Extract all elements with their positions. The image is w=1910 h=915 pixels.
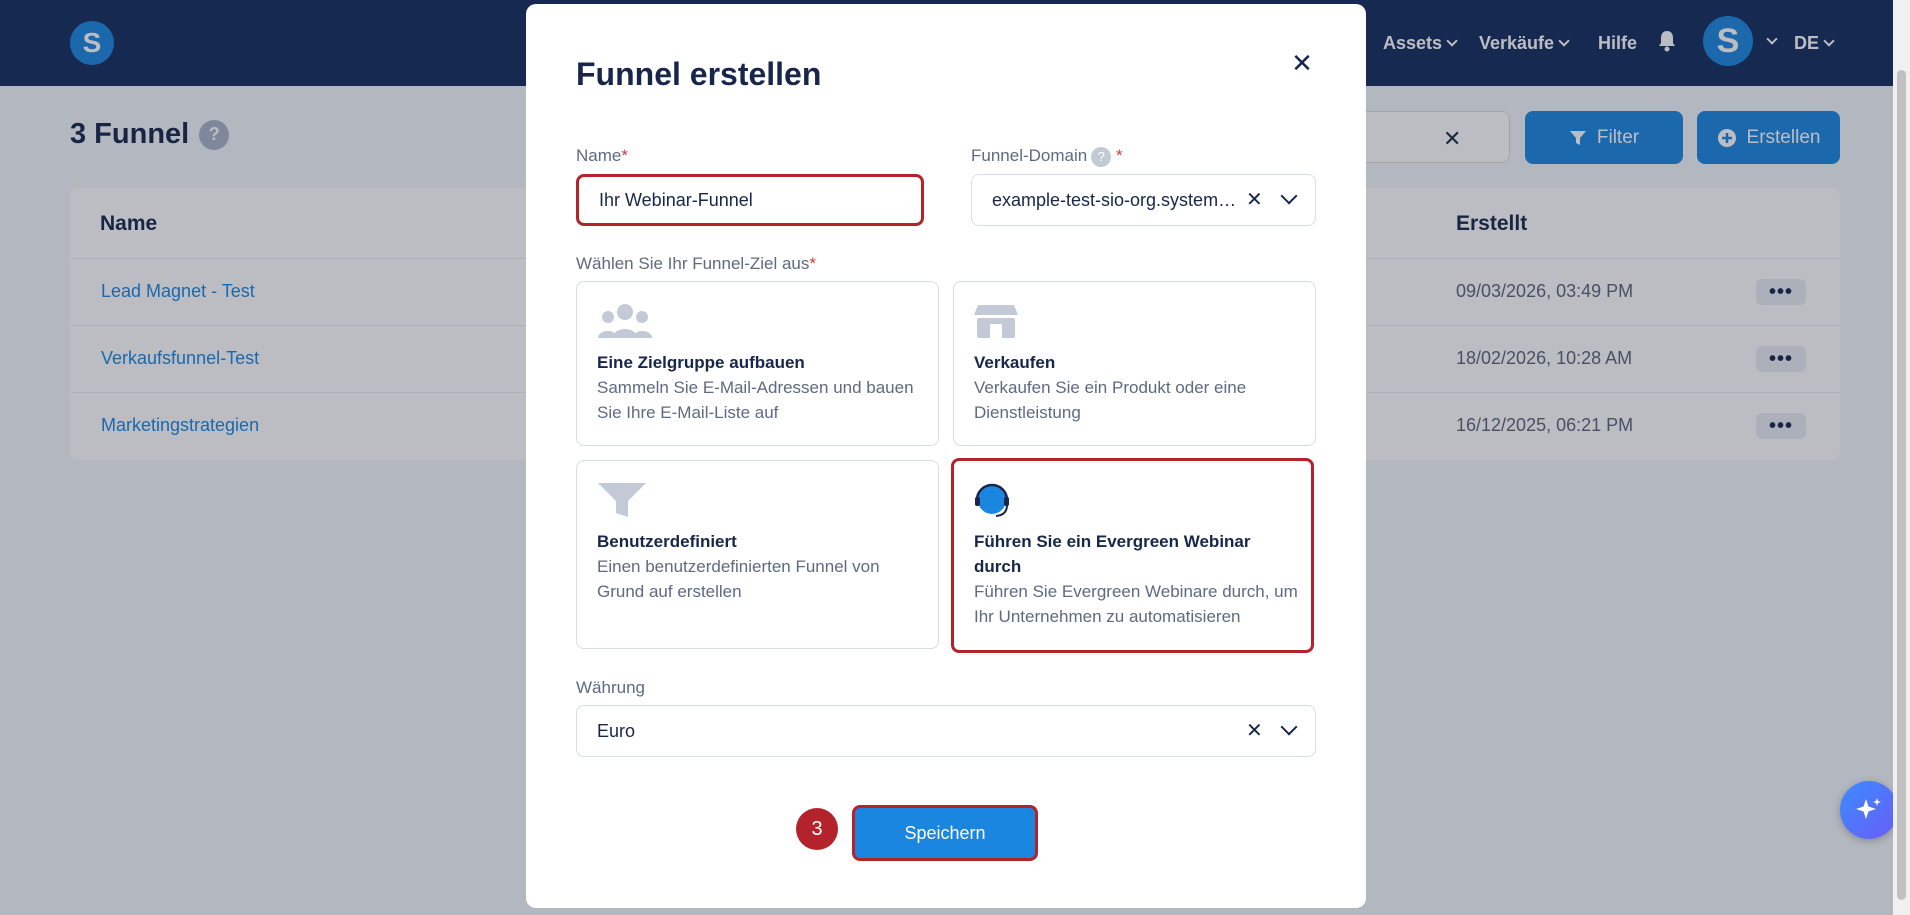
goal-card-webinar[interactable]: Führen Sie ein Evergreen Webinar durch F… xyxy=(951,458,1314,653)
goal-title: Benutzerdefiniert xyxy=(597,532,737,551)
goal-title: Führen Sie ein Evergreen Webinar durch xyxy=(974,532,1251,576)
ai-assistant-button[interactable] xyxy=(1840,781,1898,839)
required-mark: * xyxy=(809,254,817,273)
goal-title: Verkaufen xyxy=(974,353,1056,372)
name-input[interactable]: Ihr Webinar-Funnel xyxy=(576,174,924,226)
name-input-value: Ihr Webinar-Funnel xyxy=(599,189,753,210)
currency-select[interactable]: Euro ✕ xyxy=(576,705,1316,757)
step-number-badge: 3 xyxy=(796,808,838,850)
clear-icon[interactable]: ✕ xyxy=(1246,187,1263,212)
funnel-icon xyxy=(598,483,646,517)
goal-description: Sammeln Sie E-Mail-Adressen und bauen Si… xyxy=(597,378,914,422)
close-icon[interactable]: ✕ xyxy=(1287,48,1317,78)
name-label: Name* xyxy=(576,146,628,166)
create-funnel-dialog: Funnel erstellen ✕ Name* Ihr Webinar-Fun… xyxy=(526,4,1366,908)
domain-select[interactable]: example-test-sio-org.system… ✕ xyxy=(971,174,1316,226)
headset-icon xyxy=(975,483,1009,517)
currency-select-value: Euro xyxy=(597,720,636,741)
currency-label: Währung xyxy=(576,678,645,697)
domain-label: Funnel-Domain? * xyxy=(971,146,1123,167)
goal-label: Wählen Sie Ihr Funnel-Ziel aus* xyxy=(576,254,816,274)
scrollbar[interactable] xyxy=(1893,0,1910,915)
chevron-down-icon[interactable] xyxy=(1280,718,1298,736)
required-mark: * xyxy=(621,146,628,165)
clear-icon[interactable]: ✕ xyxy=(1246,718,1263,743)
save-button[interactable]: Speichern xyxy=(852,805,1038,861)
name-label-text: Name xyxy=(576,146,622,165)
scrollbar-thumb[interactable] xyxy=(1897,70,1906,900)
chevron-down-icon[interactable] xyxy=(1280,187,1298,205)
sparkle-icon xyxy=(1856,798,1881,819)
domain-label-text: Funnel-Domain xyxy=(971,146,1088,165)
goal-title: Eine Zielgruppe aufbauen xyxy=(597,353,805,372)
goal-description: Führen Sie Evergreen Webinare durch, um … xyxy=(974,582,1298,626)
dialog-title: Funnel erstellen xyxy=(576,56,822,92)
goal-card-custom[interactable]: Benutzerdefiniert Einen benutzerdefinier… xyxy=(576,460,939,649)
people-icon xyxy=(598,304,652,338)
goal-card-audience[interactable]: Eine Zielgruppe aufbauen Sammeln Sie E-M… xyxy=(576,281,939,446)
goal-description: Verkaufen Sie ein Produkt oder eine Dien… xyxy=(974,378,1247,422)
goal-label-text: Wählen Sie Ihr Funnel-Ziel aus xyxy=(576,254,810,273)
required-mark: * xyxy=(1115,146,1123,165)
goal-description: Einen benutzerdefinierten Funnel von Gru… xyxy=(597,557,880,601)
goal-card-sell[interactable]: Verkaufen Verkaufen Sie ein Produkt oder… xyxy=(953,281,1316,446)
help-icon[interactable]: ? xyxy=(1091,146,1112,167)
domain-select-value: example-test-sio-org.system… xyxy=(992,189,1237,210)
shop-icon xyxy=(974,305,1018,338)
